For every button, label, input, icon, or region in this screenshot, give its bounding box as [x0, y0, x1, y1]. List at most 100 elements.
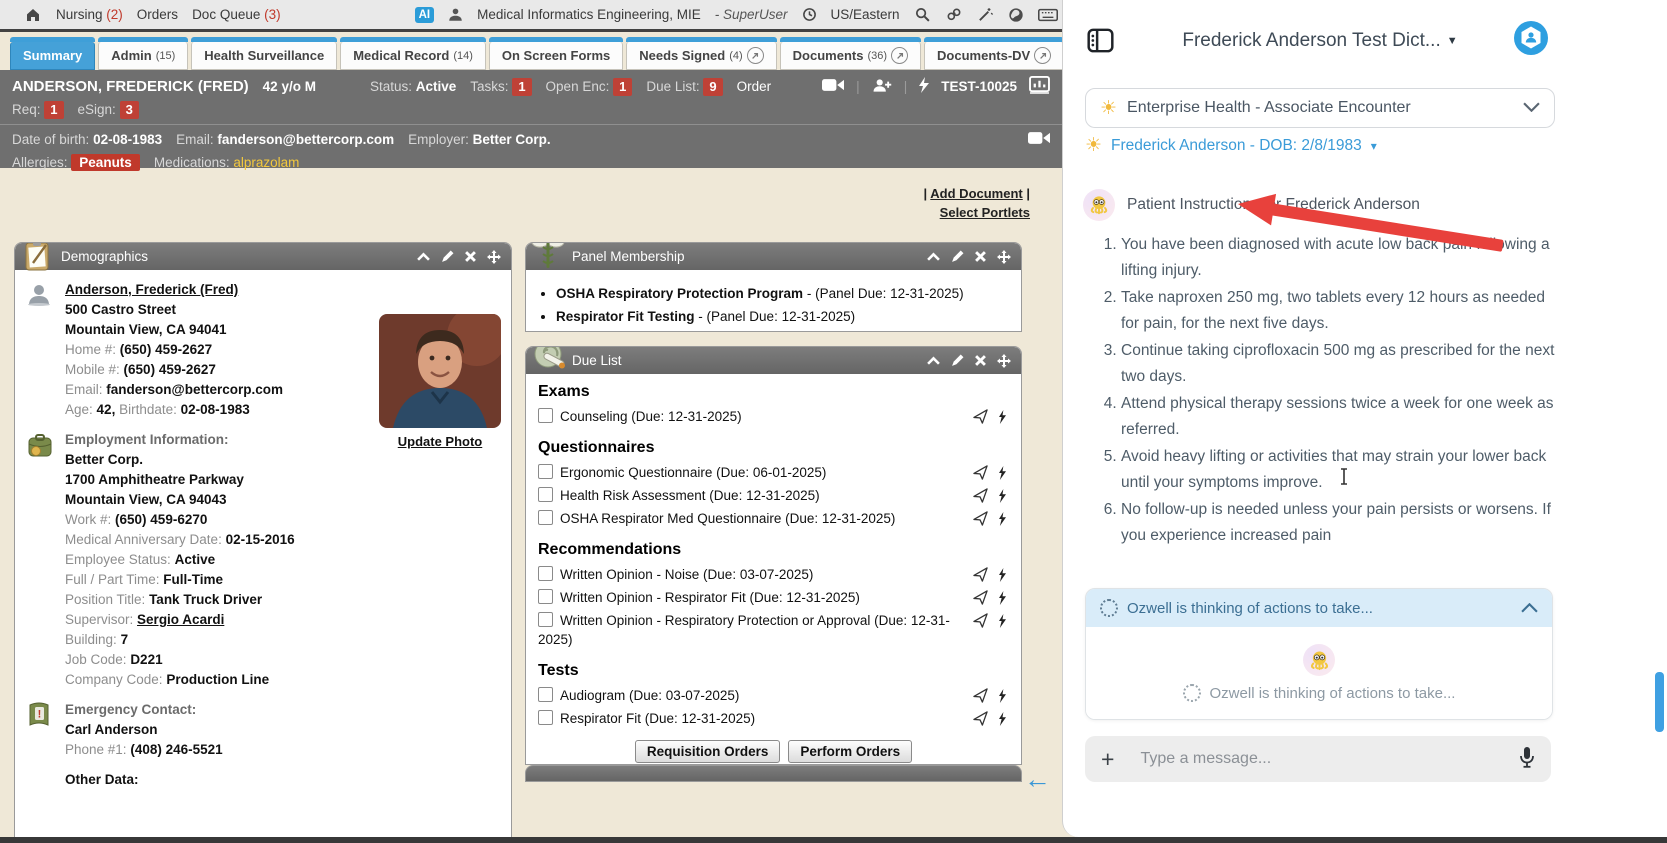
add-document-link[interactable]: Add Document — [930, 186, 1022, 201]
req-count-badge[interactable]: 1 — [44, 100, 64, 119]
tasks-count-badge[interactable]: 1 — [512, 77, 532, 96]
move-icon[interactable] — [997, 249, 1011, 264]
ai-badge[interactable]: AI — [414, 6, 435, 23]
keyboard-icon[interactable] — [1037, 8, 1058, 22]
edit-pencil-icon[interactable] — [951, 354, 964, 367]
send-icon[interactable] — [973, 688, 988, 708]
microphone-icon[interactable] — [1519, 746, 1535, 773]
move-icon[interactable] — [487, 249, 501, 264]
checkbox[interactable] — [538, 566, 553, 581]
send-icon[interactable] — [973, 488, 988, 508]
video-camera-icon[interactable] — [1028, 131, 1050, 148]
checkbox[interactable] — [538, 487, 553, 502]
chart-stats-icon[interactable] — [1029, 76, 1050, 97]
perform-bolt-icon[interactable] — [998, 511, 1007, 531]
move-icon[interactable] — [997, 353, 1011, 368]
send-icon[interactable] — [973, 465, 988, 485]
tab-documents[interactable]: Documents (36) — [779, 37, 922, 70]
panel-toggle-icon[interactable] — [1087, 28, 1114, 58]
collapse-icon[interactable] — [927, 252, 940, 261]
tab-health-surveillance[interactable]: Health Surveillance — [191, 37, 338, 70]
wand-icon[interactable] — [977, 6, 994, 23]
send-icon[interactable] — [973, 511, 988, 531]
search-icon[interactable] — [914, 6, 931, 23]
tab-medical-record[interactable]: Medical Record (14) — [340, 37, 486, 70]
collapse-icon[interactable] — [417, 252, 430, 261]
collapse-panel-arrow-icon[interactable]: ← — [1024, 764, 1051, 795]
add-person-icon[interactable] — [872, 78, 892, 96]
checkbox[interactable] — [538, 710, 553, 725]
panel-membership-list: OSHA Respiratory Protection Program - (P… — [556, 284, 1009, 327]
patient-photo — [379, 314, 501, 428]
patient-name-link[interactable]: Anderson, Frederick (Fred) — [65, 282, 238, 297]
supervisor-link[interactable]: Sergio Acardi — [137, 612, 224, 627]
close-icon[interactable] — [975, 355, 986, 366]
perform-bolt-icon[interactable] — [998, 590, 1007, 610]
due-list-count-badge[interactable]: 9 — [703, 77, 723, 96]
lightning-icon[interactable] — [919, 77, 930, 96]
send-icon[interactable] — [973, 711, 988, 731]
nav-nursing[interactable]: Nursing (2) — [56, 7, 123, 22]
send-icon[interactable] — [973, 590, 988, 610]
ozwell-logo-icon[interactable] — [1513, 20, 1549, 56]
perform-orders-button[interactable]: Perform Orders — [788, 740, 913, 763]
checkbox[interactable] — [538, 612, 553, 627]
send-icon[interactable] — [973, 567, 988, 587]
video-camera-icon[interactable] — [822, 78, 845, 95]
due-list-header[interactable]: Due List — [526, 347, 1021, 374]
tab-needs-signed[interactable]: Needs Signed (4) — [626, 37, 778, 70]
encounter-selector[interactable]: ☀ Enterprise Health - Associate Encounte… — [1085, 88, 1555, 128]
update-photo-link[interactable]: Update Photo — [398, 432, 483, 452]
collapse-icon[interactable] — [927, 356, 940, 365]
perform-bolt-icon[interactable] — [998, 488, 1007, 508]
due-item: Respirator Fit (Due: 12-31-2025) — [538, 709, 1009, 728]
order-link[interactable]: Order — [737, 79, 772, 94]
timezone-label[interactable]: US/Eastern — [831, 7, 900, 22]
scrollbar-thumb[interactable] — [1655, 672, 1664, 732]
home-icon[interactable] — [24, 7, 42, 23]
conversation-title[interactable]: Frederick Anderson Test Dict... ▼ — [1123, 30, 1517, 52]
open-enc-count-badge[interactable]: 1 — [613, 77, 633, 96]
panel-membership-header[interactable]: Panel Membership — [526, 243, 1021, 270]
thinking-card-header[interactable]: Ozwell is thinking of actions to take... — [1086, 589, 1552, 627]
edit-pencil-icon[interactable] — [951, 250, 964, 263]
checkbox[interactable] — [538, 510, 553, 525]
patient-banner: ANDERSON, FREDERICK (FRED) 42 y/o M Stat… — [0, 70, 1062, 171]
edit-pencil-icon[interactable] — [441, 250, 454, 263]
patient-context-link[interactable]: ☀ Frederick Anderson - DOB: 2/8/1983 ▾ — [1085, 136, 1377, 155]
send-icon[interactable] — [973, 409, 988, 429]
nav-doc-queue[interactable]: Doc Queue (3) — [192, 7, 281, 22]
close-icon[interactable] — [465, 251, 476, 262]
checkbox[interactable] — [538, 589, 553, 604]
perform-bolt-icon[interactable] — [998, 613, 1007, 633]
tab-summary[interactable]: Summary — [10, 37, 96, 70]
demographics-portlet-header[interactable]: Demographics — [15, 243, 511, 271]
esign-count-badge[interactable]: 3 — [119, 100, 139, 119]
select-portlets-link[interactable]: Select Portlets — [940, 205, 1030, 220]
send-icon[interactable] — [973, 613, 988, 633]
panel-item: OSHA Respiratory Protection Program - (P… — [556, 284, 1009, 304]
perform-bolt-icon[interactable] — [998, 711, 1007, 731]
thinking-card-body: Ozwell is thinking of actions to take... — [1086, 627, 1552, 719]
chevron-up-icon[interactable] — [1521, 600, 1538, 617]
tab-documents-dv[interactable]: Documents-DV — [924, 37, 1065, 70]
message-input[interactable] — [1138, 749, 1495, 769]
checkbox[interactable] — [538, 464, 553, 479]
requisition-orders-button[interactable]: Requisition Orders — [634, 740, 781, 763]
close-icon[interactable] — [975, 251, 986, 262]
perform-bolt-icon[interactable] — [998, 409, 1007, 429]
globe-icon[interactable] — [1008, 7, 1024, 23]
tab-admin[interactable]: Admin (15) — [98, 37, 189, 70]
collapsed-portlet-header[interactable] — [525, 765, 1022, 782]
nav-orders[interactable]: Orders — [137, 7, 178, 22]
attach-plus-icon[interactable]: + — [1101, 747, 1114, 771]
checkbox[interactable] — [538, 408, 553, 423]
link-icon[interactable] — [945, 7, 963, 23]
tab-on-screen-forms[interactable]: On Screen Forms — [488, 37, 624, 70]
perform-bolt-icon[interactable] — [998, 567, 1007, 587]
medication-link[interactable]: alprazolam — [233, 155, 299, 170]
perform-bolt-icon[interactable] — [998, 465, 1007, 485]
checkbox[interactable] — [538, 687, 553, 702]
allergy-badge[interactable]: Peanuts — [71, 154, 140, 171]
perform-bolt-icon[interactable] — [998, 688, 1007, 708]
